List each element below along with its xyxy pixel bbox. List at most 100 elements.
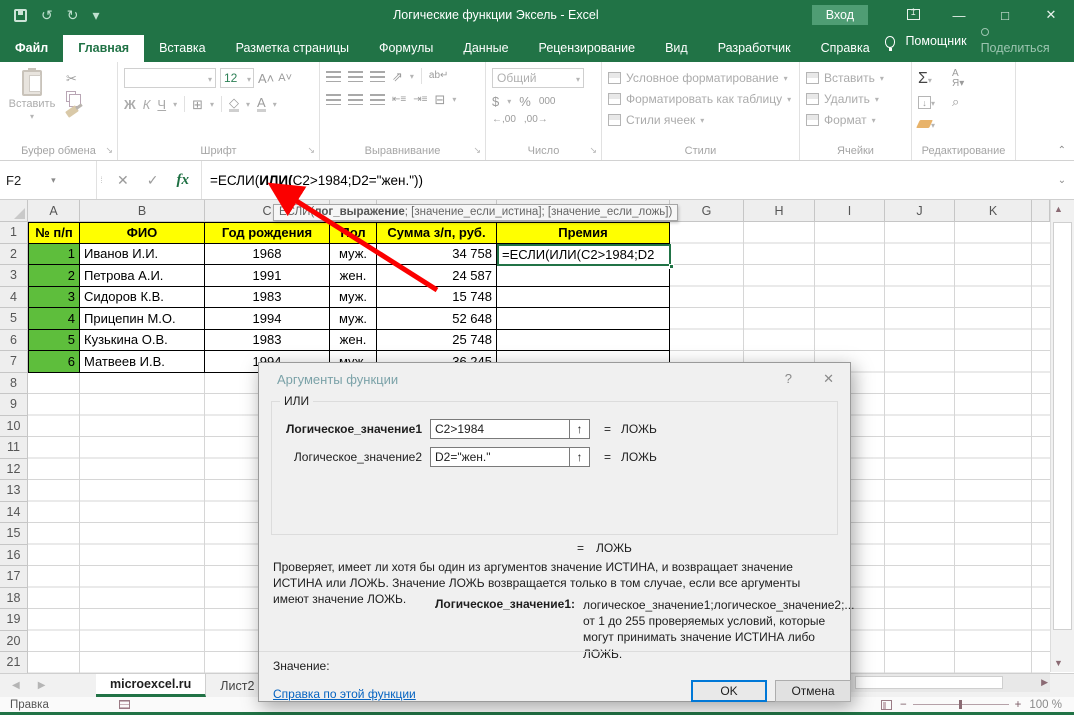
- table-cell[interactable]: Иванов И.И.: [80, 244, 205, 266]
- column-header[interactable]: B: [80, 200, 205, 222]
- row-header[interactable]: 21: [0, 652, 28, 674]
- table-cell[interactable]: жен.: [330, 265, 377, 287]
- row-header[interactable]: 9: [0, 394, 28, 416]
- signin-button[interactable]: Вход: [812, 5, 868, 25]
- table-cell[interactable]: 4: [28, 308, 80, 330]
- ok-button[interactable]: OK: [691, 680, 767, 702]
- ribbon-tab[interactable]: Вид: [650, 35, 703, 62]
- align-right-icon[interactable]: [370, 94, 385, 105]
- ribbon-button[interactable]: Стили ячеек▾: [608, 113, 793, 127]
- table-cell[interactable]: [497, 265, 670, 287]
- increase-font-icon[interactable]: A˄: [258, 72, 274, 85]
- row-header[interactable]: 17: [0, 566, 28, 588]
- row-header[interactable]: 13: [0, 480, 28, 502]
- table-cell[interactable]: 5: [28, 330, 80, 352]
- tab-helper[interactable]: Помощник: [901, 28, 970, 55]
- ribbon-tab[interactable]: Рецензирование: [524, 35, 651, 62]
- vertical-scroll-thumb[interactable]: [1053, 222, 1072, 630]
- dialog-launcher-icon[interactable]: ↘: [307, 145, 315, 156]
- ribbon-button[interactable]: Условное форматирование▾: [608, 71, 793, 85]
- row-header[interactable]: 3: [0, 265, 28, 287]
- table-cell[interactable]: жен.: [330, 330, 377, 352]
- argument-input[interactable]: C2>1984: [430, 419, 570, 439]
- table-cell[interactable]: 2: [28, 265, 80, 287]
- active-cell-f2[interactable]: =ЕСЛИ(ИЛИ(C2>1984;D2: [497, 244, 671, 267]
- font-color-icon[interactable]: А: [257, 96, 266, 112]
- row-header[interactable]: 11: [0, 437, 28, 459]
- ribbon-tab[interactable]: Данные: [448, 35, 523, 62]
- collapse-ribbon-icon[interactable]: ⌃: [1058, 145, 1066, 156]
- formula-input[interactable]: =ЕСЛИ(ИЛИ(C2>1984;D2="жен.")): [202, 161, 1050, 199]
- table-header-cell[interactable]: ФИО: [80, 222, 205, 244]
- scroll-right-icon[interactable]: ▶: [1041, 677, 1048, 688]
- row-header[interactable]: 12: [0, 459, 28, 481]
- fill-handle[interactable]: [669, 264, 674, 269]
- align-center-icon[interactable]: [348, 94, 363, 105]
- column-header[interactable]: G: [670, 200, 744, 222]
- table-cell[interactable]: 52 648: [377, 308, 497, 330]
- table-cell[interactable]: [497, 287, 670, 309]
- horizontal-scrollbar[interactable]: ▶: [851, 674, 1050, 692]
- row-header[interactable]: 6: [0, 330, 28, 352]
- collapse-dialog-icon[interactable]: ↑: [570, 419, 590, 439]
- underline-button[interactable]: Ч: [157, 97, 166, 112]
- align-bottom-icon[interactable]: [370, 71, 385, 82]
- cancel-entry-icon[interactable]: ✕: [117, 172, 129, 189]
- table-cell[interactable]: муж.: [330, 308, 377, 330]
- decrease-decimal-icon[interactable]: ,00→: [524, 115, 548, 125]
- ribbon-button[interactable]: Удалить▾: [806, 92, 905, 106]
- ribbon-tab[interactable]: Вставка: [144, 35, 220, 62]
- enter-entry-icon[interactable]: ✓: [147, 172, 159, 189]
- fill-color-icon[interactable]: ◇: [229, 96, 239, 112]
- prev-sheet-icon[interactable]: ◀: [12, 680, 20, 691]
- orientation-icon[interactable]: ⇗: [392, 70, 403, 83]
- row-header[interactable]: 5: [0, 308, 28, 330]
- ribbon-tab[interactable]: Файл: [0, 35, 63, 62]
- undo-icon[interactable]: ↺: [41, 8, 53, 22]
- page-layout-view-icon[interactable]: [881, 700, 892, 710]
- row-header[interactable]: 18: [0, 588, 28, 610]
- table-cell[interactable]: Кузькина О.В.: [80, 330, 205, 352]
- row-header[interactable]: 7: [0, 351, 28, 373]
- dialog-launcher-icon[interactable]: ↘: [589, 145, 597, 156]
- help-link[interactable]: Справка по этой функции: [273, 687, 416, 701]
- argument-input[interactable]: D2="жен.": [430, 447, 570, 467]
- find-select-icon[interactable]: ⌕: [952, 95, 986, 108]
- ribbon-button[interactable]: Формат▾: [806, 113, 905, 127]
- zoom-in-icon[interactable]: +: [1015, 699, 1022, 711]
- copy-icon[interactable]: [66, 91, 76, 102]
- table-cell[interactable]: Матвеев И.В.: [80, 351, 205, 373]
- borders-icon[interactable]: ⊞: [192, 98, 203, 111]
- align-middle-icon[interactable]: [348, 71, 363, 82]
- table-cell[interactable]: 15 748: [377, 287, 497, 309]
- column-header[interactable]: K: [955, 200, 1032, 222]
- customize-qat-icon[interactable]: ▾: [92, 8, 99, 22]
- save-icon[interactable]: [14, 9, 27, 22]
- italic-button[interactable]: К: [143, 97, 151, 112]
- table-cell[interactable]: Прицепин М.О.: [80, 308, 205, 330]
- table-cell[interactable]: 25 748: [377, 330, 497, 352]
- macro-record-icon[interactable]: [119, 700, 130, 709]
- row-header[interactable]: 19: [0, 609, 28, 631]
- paste-button[interactable]: Вставить ▾: [6, 68, 58, 142]
- table-cell[interactable]: 3: [28, 287, 80, 309]
- name-box[interactable]: F2 ▾: [0, 161, 97, 199]
- table-cell[interactable]: 6: [28, 351, 80, 373]
- table-cell[interactable]: [497, 308, 670, 330]
- row-header[interactable]: 4: [0, 287, 28, 309]
- currency-format-icon[interactable]: $: [492, 95, 499, 108]
- table-header-cell[interactable]: Сумма з/п, руб.: [377, 222, 497, 244]
- format-painter-icon[interactable]: [65, 105, 79, 118]
- table-cell[interactable]: муж.: [330, 244, 377, 266]
- row-header[interactable]: 2: [0, 244, 28, 266]
- table-cell[interactable]: 1983: [205, 330, 330, 352]
- table-cell[interactable]: 1983: [205, 287, 330, 309]
- select-all-corner[interactable]: [0, 200, 28, 222]
- scroll-down-icon[interactable]: ▼: [1054, 658, 1063, 668]
- cancel-button[interactable]: Отмена: [775, 680, 851, 702]
- share-button[interactable]: Поделиться: [977, 21, 1074, 62]
- ribbon-tab[interactable]: Справка: [806, 35, 885, 62]
- table-cell[interactable]: Петрова А.И.: [80, 265, 205, 287]
- table-cell[interactable]: 1: [28, 244, 80, 266]
- number-format-select[interactable]: Общий▾: [492, 68, 584, 88]
